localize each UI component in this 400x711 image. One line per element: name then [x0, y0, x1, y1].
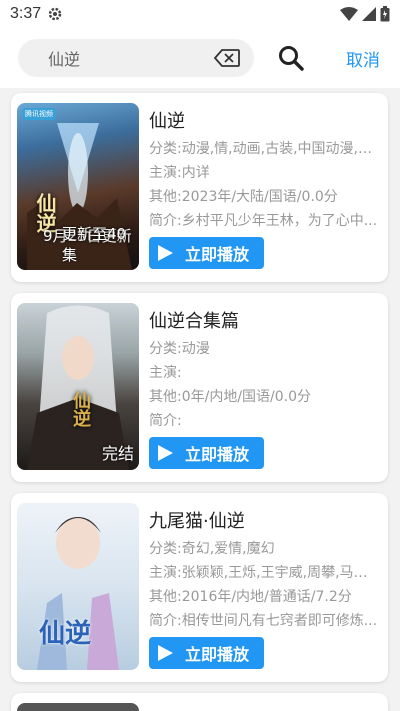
result-intro: 简介:	[149, 413, 182, 429]
result-card[interactable]: 仙逆 九尾猫·仙逆 分类:奇幻,爱情,魔幻 主演:张颖颖,王烁,王宇威,周攀,马…	[11, 493, 388, 682]
cancel-button[interactable]: 取消	[346, 46, 380, 71]
result-category: 分类:动漫,情,动画,古装,中国动漫,国...	[149, 141, 380, 157]
play-button-label: 立即播放	[185, 445, 250, 464]
result-card-partial[interactable]	[11, 693, 388, 711]
result-cast: 主演:内详	[149, 165, 210, 181]
result-title[interactable]: 仙逆合集篇	[149, 307, 380, 337]
search-input[interactable]	[48, 48, 214, 68]
poster-image[interactable]: 腾讯视频 仙逆 9月25日更新 更新至40集	[17, 103, 139, 270]
result-card[interactable]: 仙逆 完结 仙逆合集篇 分类:动漫 主演: 其他:0年/内地/国语/0.0分 简…	[11, 293, 388, 482]
play-button[interactable]: 立即播放	[149, 637, 264, 669]
play-button-label: 立即播放	[185, 645, 250, 664]
results-list: 腾讯视频 仙逆 9月25日更新 更新至40集 仙逆 分类:动漫,情,动画,古装,…	[0, 88, 400, 711]
result-other: 其他:2016年/内地/普通话/7.2分	[149, 589, 352, 605]
poster-image[interactable]: 仙逆	[17, 503, 139, 670]
play-icon	[158, 645, 173, 661]
status-bar: 3:37	[0, 0, 400, 28]
status-badge-secondary: 更新至40集	[62, 225, 127, 264]
search-box[interactable]	[18, 39, 254, 77]
result-info: 九尾猫·仙逆 分类:奇幻,爱情,魔幻 主演:张颖颖,王烁,王宇威,周攀,马瑶瑶 …	[149, 503, 380, 672]
poster-image[interactable]: 仙逆 完结	[17, 303, 139, 470]
search-bar: 取消	[0, 28, 400, 88]
poster-image[interactable]	[17, 703, 139, 711]
play-icon	[158, 445, 173, 461]
result-intro: 简介:乡村平凡少年王林，为了心中...	[149, 213, 378, 229]
status-badge: 完结	[101, 444, 134, 463]
battery-icon	[380, 6, 390, 22]
result-category: 分类:动漫	[149, 341, 210, 357]
play-button[interactable]: 立即播放	[149, 437, 264, 469]
result-cast: 主演:	[149, 365, 182, 381]
play-button[interactable]: 立即播放	[149, 237, 264, 269]
result-card[interactable]: 腾讯视频 仙逆 9月25日更新 更新至40集 仙逆 分类:动漫,情,动画,古装,…	[11, 93, 388, 282]
clear-input-icon[interactable]	[214, 49, 240, 67]
result-title[interactable]: 仙逆	[149, 107, 380, 137]
result-info: 仙逆 分类:动漫,情,动画,古装,中国动漫,国... 主演:内详 其他:2023…	[149, 103, 380, 272]
play-icon	[158, 245, 173, 261]
result-other: 其他:2023年/大陆/国语/0.0分	[149, 189, 338, 205]
result-info: 仙逆合集篇 分类:动漫 主演: 其他:0年/内地/国语/0.0分 简介: 立即播…	[149, 303, 380, 472]
poster-corner-badge: 腾讯视频	[22, 108, 56, 120]
signal-icon	[362, 7, 376, 21]
status-time: 3:37	[10, 5, 42, 22]
result-category: 分类:奇幻,爱情,魔幻	[149, 541, 275, 557]
result-cast: 主演:张颖颖,王烁,王宇威,周攀,马瑶瑶	[149, 565, 380, 581]
result-intro: 简介:相传世间凡有七窍者即可修炼...	[149, 613, 378, 629]
wifi-icon	[340, 7, 358, 21]
poster-title-art: 仙逆	[39, 619, 92, 649]
play-button-label: 立即播放	[185, 245, 250, 264]
result-title[interactable]: 九尾猫·仙逆	[149, 507, 380, 537]
poster-title-art: 仙逆	[70, 391, 91, 427]
gear-icon	[48, 7, 62, 21]
search-icon[interactable]	[278, 45, 304, 71]
result-other: 其他:0年/内地/国语/0.0分	[149, 389, 312, 405]
